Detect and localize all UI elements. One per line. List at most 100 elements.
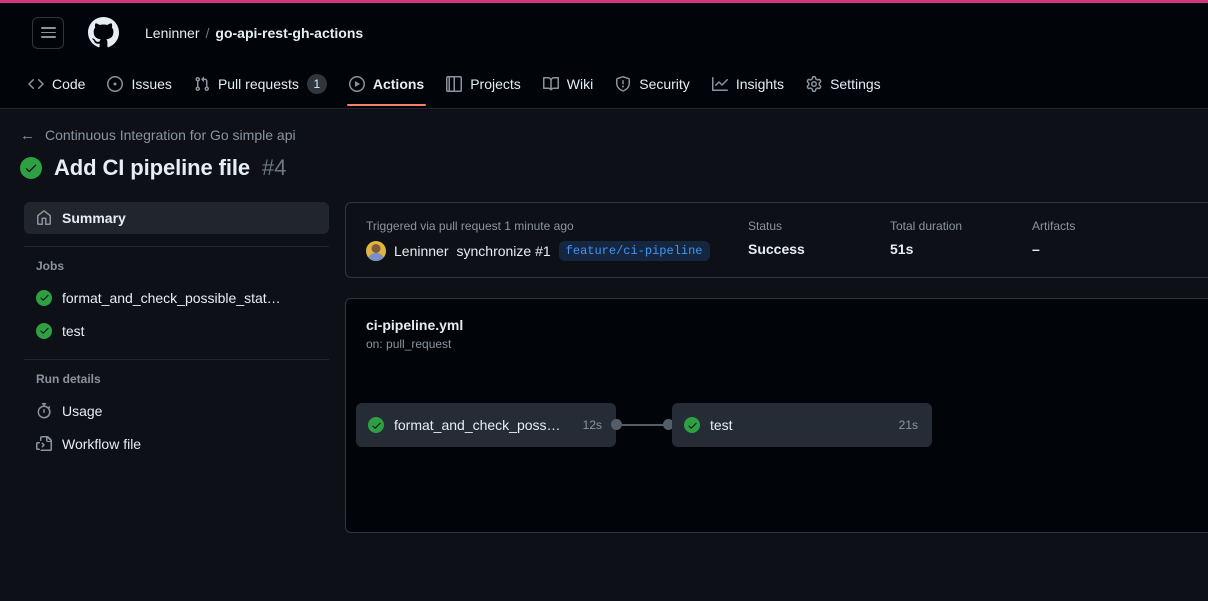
graph-connector-dot-out — [611, 419, 622, 430]
stopwatch-icon — [36, 403, 52, 419]
status-badge: Success — [748, 241, 890, 257]
tab-actions[interactable]: Actions — [339, 65, 434, 103]
trigger-meta-text: Triggered via pull request 1 minute ago — [366, 219, 748, 233]
hamburger-icon-line — [41, 32, 56, 34]
sidebar-job-label: format_and_check_possible_stat… — [62, 290, 281, 306]
success-check-icon — [20, 157, 42, 179]
tab-actions-label: Actions — [373, 76, 424, 92]
run-title-row: Add CI pipeline file #4 — [20, 155, 1208, 181]
trigger-event-label: synchronize #1 — [457, 243, 551, 259]
git-pull-request-icon — [194, 76, 210, 92]
user-avatar[interactable] — [366, 241, 386, 261]
tab-wiki-label: Wiki — [567, 76, 593, 92]
success-check-icon — [36, 323, 52, 339]
success-check-icon — [368, 417, 384, 433]
sidebar-item-workflow-file[interactable]: Workflow file — [24, 427, 329, 460]
run-number: #4 — [262, 155, 286, 181]
run-sidebar: Summary Jobs format_and_check_possible_s… — [0, 202, 345, 460]
sidebar-item-summary[interactable]: Summary — [24, 202, 329, 234]
repo-nav-tabs: Code Issues Pull requests 1 Actions Proj… — [0, 65, 1208, 109]
pull-requests-counter: 1 — [307, 74, 327, 94]
tab-wiki[interactable]: Wiki — [533, 65, 603, 103]
tab-settings-label: Settings — [830, 76, 881, 92]
workflow-run-header: ← Continuous Integration for Go simple a… — [0, 109, 1208, 181]
stat-duration-label: Total duration — [890, 219, 1032, 233]
code-icon — [28, 76, 44, 92]
tab-projects-label: Projects — [470, 76, 521, 92]
tab-pull-requests[interactable]: Pull requests 1 — [184, 65, 337, 103]
menu-toggle-button[interactable] — [32, 17, 64, 49]
hamburger-icon-line — [41, 36, 56, 38]
github-logo-icon[interactable] — [88, 17, 119, 48]
book-icon — [543, 76, 559, 92]
back-to-workflow-link[interactable]: ← Continuous Integration for Go simple a… — [20, 127, 296, 143]
sidebar-heading-run-details: Run details — [24, 372, 329, 386]
file-code-icon — [36, 436, 52, 452]
tab-issues[interactable]: Issues — [97, 65, 181, 103]
back-link-label: Continuous Integration for Go simple api — [45, 127, 296, 143]
workflow-graph-canvas: format_and_check_possibl… 12s test 21s — [346, 379, 1208, 499]
stat-artifacts: Artifacts – — [1032, 219, 1174, 261]
graph-node-test[interactable]: test 21s — [672, 403, 932, 447]
tab-issues-label: Issues — [131, 76, 171, 92]
sidebar-job-label: test — [62, 323, 85, 339]
arrow-left-icon: ← — [20, 128, 35, 143]
tab-insights-label: Insights — [736, 76, 784, 92]
graph-node-format-and-check[interactable]: format_and_check_possibl… 12s — [356, 403, 616, 447]
sidebar-heading-jobs: Jobs — [24, 259, 329, 273]
stat-total-duration: Total duration 51s — [890, 219, 1032, 261]
app-header: Leninner / go-api-rest-gh-actions — [0, 0, 1208, 65]
stat-artifacts-label: Artifacts — [1032, 219, 1174, 233]
run-summary-card: Triggered via pull request 1 minute ago … — [345, 202, 1208, 278]
tab-projects[interactable]: Projects — [436, 65, 531, 103]
breadcrumb-repo[interactable]: go-api-rest-gh-actions — [215, 25, 363, 41]
page-title: Add CI pipeline file — [54, 155, 250, 181]
page-loading-progress-bar — [0, 0, 1208, 3]
breadcrumb-separator: / — [206, 25, 210, 41]
breadcrumb-owner[interactable]: Leninner — [145, 25, 200, 41]
tab-insights[interactable]: Insights — [702, 65, 794, 103]
sidebar-divider-run-details — [24, 359, 329, 360]
breadcrumb: Leninner / go-api-rest-gh-actions — [145, 25, 363, 41]
success-check-icon — [36, 290, 52, 306]
graph-node-label: format_and_check_possibl… — [394, 417, 561, 433]
graph-node-duration: 21s — [887, 418, 918, 432]
sidebar-item-job-format-and-check[interactable]: format_and_check_possible_stat… — [24, 281, 329, 314]
success-check-icon — [684, 417, 700, 433]
trigger-actor-row: Leninner synchronize #1 feature/ci-pipel… — [366, 241, 748, 261]
workflow-graph-card: ci-pipeline.yml on: pull_request format_… — [345, 298, 1208, 533]
issue-icon — [107, 76, 123, 92]
run-main-content: Triggered via pull request 1 minute ago … — [345, 202, 1208, 533]
stat-artifacts-value: – — [1032, 241, 1174, 257]
graph-icon — [712, 76, 728, 92]
graph-connector-line — [622, 424, 666, 426]
tab-settings[interactable]: Settings — [796, 65, 891, 103]
sidebar-item-job-test[interactable]: test — [24, 314, 329, 347]
sidebar-item-workflow-file-label: Workflow file — [62, 436, 141, 452]
table-icon — [446, 76, 462, 92]
workflow-trigger-event: on: pull_request — [346, 333, 1208, 351]
sidebar-item-usage-label: Usage — [62, 403, 102, 419]
tab-security-label: Security — [639, 76, 690, 92]
play-icon — [349, 76, 365, 92]
workflow-file-name: ci-pipeline.yml — [346, 299, 1208, 333]
sidebar-divider-jobs — [24, 246, 329, 247]
home-icon — [36, 210, 52, 226]
gear-icon — [806, 76, 822, 92]
stat-duration-value: 51s — [890, 241, 1032, 257]
stat-status-label: Status — [748, 219, 890, 233]
shield-icon — [615, 76, 631, 92]
sidebar-item-summary-label: Summary — [62, 210, 126, 226]
tab-security[interactable]: Security — [605, 65, 700, 103]
stat-status: Status Success — [748, 219, 890, 261]
graph-node-duration: 12s — [571, 418, 602, 432]
tab-code[interactable]: Code — [18, 65, 95, 103]
sidebar-item-usage[interactable]: Usage — [24, 394, 329, 427]
branch-chip[interactable]: feature/ci-pipeline — [559, 241, 710, 261]
tab-pull-requests-label: Pull requests — [218, 76, 299, 92]
trigger-actor-name[interactable]: Leninner — [394, 243, 449, 259]
tab-code-label: Code — [52, 76, 85, 92]
graph-node-label: test — [710, 417, 733, 433]
trigger-info: Triggered via pull request 1 minute ago … — [366, 219, 748, 261]
page-body: Summary Jobs format_and_check_possible_s… — [0, 202, 1208, 533]
